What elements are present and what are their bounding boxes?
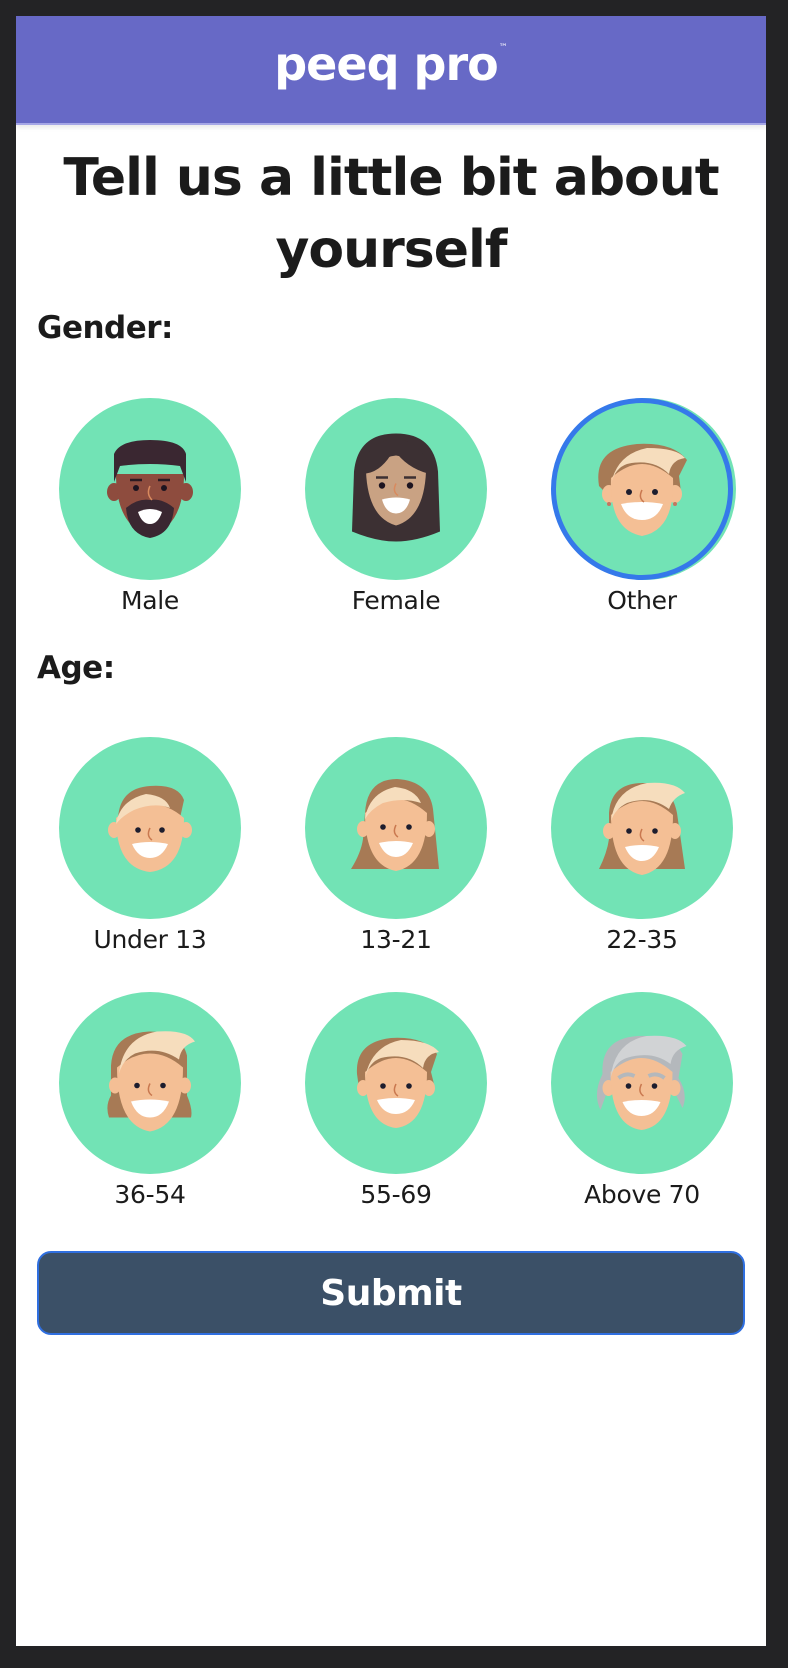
trademark: ™ — [498, 42, 508, 53]
age-option-22-35[interactable]: 22-35 — [551, 737, 733, 954]
gender-option-male[interactable]: Male — [59, 398, 241, 615]
option-label: Above 70 — [584, 1180, 700, 1209]
option-label: 13-21 — [360, 925, 432, 954]
female-avatar-icon — [305, 398, 487, 580]
age-55-69-avatar-icon — [305, 992, 487, 1174]
age-option-under-13[interactable]: Under 13 — [59, 737, 241, 954]
age-36-54-avatar-icon — [59, 992, 241, 1174]
option-label: Other — [607, 586, 677, 615]
header: peeq pro™ — [16, 16, 766, 125]
option-label: 36-54 — [114, 1180, 186, 1209]
option-label: Female — [351, 586, 441, 615]
app-screen: peeq pro™ Tell us a little bit about you… — [16, 16, 766, 1646]
age-option-55-69[interactable]: 55-69 — [305, 992, 487, 1209]
age-option-36-54[interactable]: 36-54 — [59, 992, 241, 1209]
age-option-13-21[interactable]: 13-21 — [305, 737, 487, 954]
age-option-above-70[interactable]: Above 70 — [551, 992, 733, 1209]
other-avatar-icon — [551, 398, 733, 580]
logo: peeq pro™ — [274, 36, 508, 91]
option-label: 55-69 — [360, 1180, 432, 1209]
submit-button[interactable]: Submit — [37, 1251, 745, 1335]
age-label: Age: — [37, 650, 115, 686]
option-label: Under 13 — [93, 925, 207, 954]
male-avatar-icon — [59, 398, 241, 580]
page-title: Tell us a little bit about yourself — [63, 148, 719, 280]
option-label: Male — [120, 586, 180, 615]
age-22-35-avatar-icon — [551, 737, 733, 919]
age-13-21-avatar-icon — [305, 737, 487, 919]
gender-option-female[interactable]: Female — [305, 398, 487, 615]
gender-label: Gender: — [37, 310, 173, 346]
under-13-avatar-icon — [59, 737, 241, 919]
option-label: 22-35 — [606, 925, 678, 954]
above-70-avatar-icon — [551, 992, 733, 1174]
gender-option-other[interactable]: Other — [551, 398, 733, 615]
